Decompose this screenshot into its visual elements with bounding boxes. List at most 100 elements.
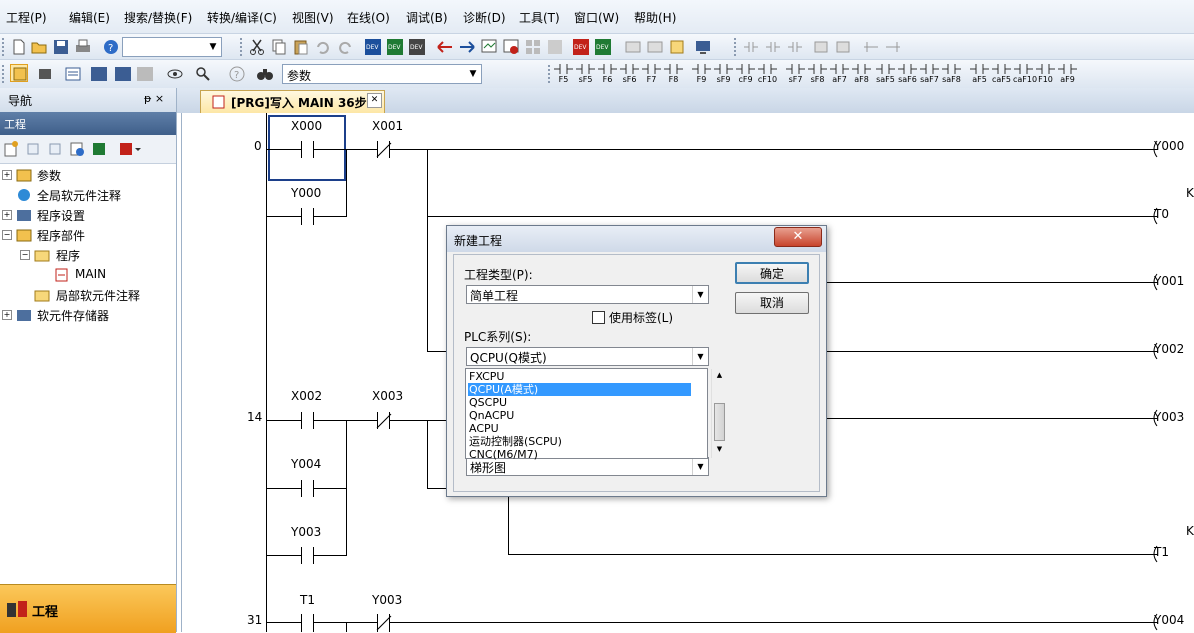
coil-label[interactable]: Y000 — [1154, 139, 1184, 153]
scroll-thumb[interactable] — [714, 403, 725, 441]
contact-symbol[interactable] — [301, 614, 302, 632]
ladder-key-f10-button[interactable]: F10 — [1035, 63, 1056, 85]
cut-icon[interactable] — [248, 38, 266, 56]
menu-view[interactable]: 视图(V) — [292, 9, 334, 26]
tree-item-parameter[interactable]: 参数 — [37, 167, 61, 184]
transfer-left-icon[interactable] — [436, 38, 454, 56]
tree-item-main[interactable]: MAIN — [75, 267, 106, 281]
contact-label[interactable]: X003 — [372, 389, 403, 403]
ladder-tool-icon[interactable] — [742, 38, 760, 56]
ladder-key-saf6-button[interactable]: saF6 — [897, 63, 918, 85]
coil-label[interactable]: Y002 — [1154, 342, 1184, 356]
ladder-key-saf7-button[interactable]: saF7 — [919, 63, 940, 85]
ladder-key-sf6-button[interactable]: sF6 — [619, 63, 640, 85]
ladder-key-af7-button[interactable]: aF7 — [829, 63, 850, 85]
coil-label[interactable]: Y001 — [1154, 274, 1184, 288]
menu-help[interactable]: 帮助(H) — [634, 9, 676, 26]
new-item-icon[interactable] — [2, 140, 20, 158]
toolbar-grip[interactable] — [240, 38, 246, 56]
new-file-icon[interactable] — [10, 38, 28, 56]
scroll-up-icon[interactable]: ▲ — [714, 371, 725, 381]
tree-item-device-memory[interactable]: 软元件存储器 — [37, 307, 109, 324]
grid-disabled-icon[interactable] — [546, 38, 564, 56]
contact-label[interactable]: X000 — [291, 119, 322, 133]
device-run-icon[interactable]: DEV — [572, 38, 590, 56]
ladder-key-f8-button[interactable]: F8 — [663, 63, 684, 85]
contact-label[interactable]: Y000 — [291, 186, 321, 200]
menu-online[interactable]: 在线(O) — [347, 9, 390, 26]
undo-icon[interactable] — [314, 38, 332, 56]
contact-symbol[interactable] — [301, 208, 302, 225]
ladder-key-cf10-button[interactable]: cF10 — [757, 63, 778, 85]
tree-expander[interactable]: + — [2, 310, 12, 320]
note-icon[interactable] — [668, 38, 686, 56]
ladder-tool-icon[interactable] — [834, 38, 852, 56]
ladder-tool-icon[interactable] — [884, 38, 902, 56]
print-icon[interactable] — [74, 38, 92, 56]
dialog-titlebar[interactable]: 新建工程 ✕ — [447, 226, 826, 252]
list-icon[interactable] — [64, 65, 82, 83]
contact-symbol[interactable] — [301, 480, 302, 497]
ladder-key-f9-button[interactable]: F9 — [691, 63, 712, 85]
ladder-key-f7-button[interactable]: F7 — [641, 63, 662, 85]
tree-item-program[interactable]: 程序 — [56, 247, 80, 264]
plc-series-option[interactable]: ACPU — [468, 422, 691, 435]
tree-expander[interactable]: + — [2, 210, 12, 220]
grid-icon[interactable] — [524, 38, 542, 56]
redo-icon[interactable] — [336, 38, 354, 56]
tree-expander[interactable]: − — [20, 250, 30, 260]
plc-series-option[interactable]: 运动控制器(SCPU) — [468, 435, 691, 448]
contact-label[interactable]: Y004 — [291, 457, 321, 471]
watch-icon[interactable] — [166, 65, 184, 83]
cancel-button[interactable]: 取消 — [735, 292, 809, 314]
device-list-icon[interactable] — [90, 65, 108, 83]
use-label-checkbox[interactable] — [592, 311, 605, 324]
coil-label[interactable]: Y003 — [1154, 410, 1184, 424]
ladder-key-sf7-button[interactable]: sF7 — [785, 63, 806, 85]
contact-symbol[interactable] — [301, 547, 302, 564]
ladder-key-sf8-button[interactable]: sF8 — [807, 63, 828, 85]
tree-item-program-parts[interactable]: 程序部件 — [37, 227, 85, 244]
dropdown-tool-icon[interactable] — [118, 140, 141, 158]
plc-series-select[interactable]: QCPU(Q模式) ▼ — [466, 347, 709, 366]
transfer-right-icon[interactable] — [458, 38, 476, 56]
copy-icon[interactable] — [270, 38, 288, 56]
device-comment-icon[interactable] — [136, 65, 154, 83]
menu-diagnostics[interactable]: 诊断(D) — [463, 9, 506, 26]
tree-item-program-setting[interactable]: 程序设置 — [37, 207, 85, 224]
contact-symbol[interactable] — [301, 141, 302, 158]
help-circle-icon[interactable]: ? — [228, 65, 246, 83]
plc-series-option[interactable]: CNC(M6/M7) — [468, 448, 691, 461]
plc-series-option[interactable]: FXCPU — [468, 370, 691, 383]
display-icon[interactable] — [694, 38, 712, 56]
ladder-key-f5-button[interactable]: F5 — [553, 63, 574, 85]
contact-label[interactable]: Y003 — [291, 525, 321, 539]
menu-debug[interactable]: 调试(B) — [406, 9, 448, 26]
toolbar-grip[interactable] — [734, 38, 740, 56]
nav-bottom-tab[interactable]: 工程 — [0, 584, 176, 633]
refresh-icon[interactable] — [90, 140, 108, 158]
ladder-key-f6-button[interactable]: F6 — [597, 63, 618, 85]
tree-expander[interactable]: + — [2, 170, 12, 180]
ladder-key-af9-button[interactable]: aF9 — [1057, 63, 1078, 85]
paste-icon[interactable] — [46, 140, 64, 158]
ladder-key-caf10-button[interactable]: caF10 — [1013, 63, 1037, 85]
ladder-key-sf5-button[interactable]: sF5 — [575, 63, 596, 85]
ladder-tool-icon[interactable] — [764, 38, 782, 56]
ladder-key-cf9-button[interactable]: cF9 — [735, 63, 756, 85]
menu-project[interactable]: 工程(P) — [6, 9, 47, 26]
contact-label[interactable]: X002 — [291, 389, 322, 403]
monitor-icon[interactable] — [480, 38, 498, 56]
ladder-key-af8-button[interactable]: aF8 — [851, 63, 872, 85]
coil-label[interactable]: Y004 — [1154, 613, 1184, 627]
comment-icon[interactable] — [624, 38, 642, 56]
ladder-key-af5-button[interactable]: aF5 — [969, 63, 990, 85]
toolbar-grip[interactable] — [2, 65, 8, 83]
device-batch-icon[interactable] — [114, 65, 132, 83]
contact-symbol[interactable] — [301, 412, 302, 429]
ok-button[interactable]: 确定 — [735, 262, 809, 284]
close-button[interactable]: ✕ — [774, 227, 822, 247]
contact-label[interactable]: X001 — [372, 119, 403, 133]
menu-tools[interactable]: 工具(T) — [519, 9, 560, 26]
dropdown-scrollbar[interactable]: ▲ ▼ — [711, 369, 728, 458]
